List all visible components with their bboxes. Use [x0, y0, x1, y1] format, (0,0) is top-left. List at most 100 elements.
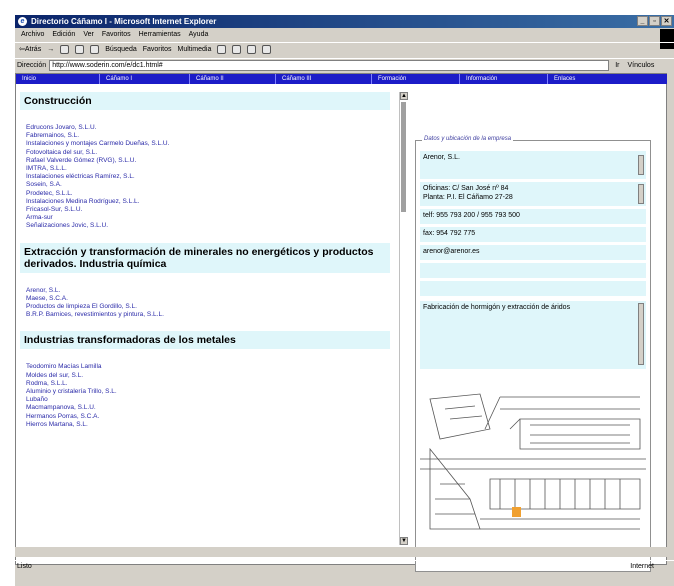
company-link[interactable]: Aluminio y cristalería Trillo, S.L. [26, 388, 390, 396]
stop-icon[interactable] [60, 45, 70, 54]
email-value: arenor@arenor.es [423, 248, 480, 255]
horizontal-scrollbar[interactable] [15, 547, 667, 557]
window-scrollbar[interactable] [667, 73, 674, 565]
window-title: Directorio Cáñamo I - Microsoft Internet… [31, 17, 217, 26]
email-field[interactable]: arenor@arenor.es [420, 245, 646, 260]
company-link[interactable]: Rodma, S.L.L. [26, 380, 390, 388]
company-link[interactable]: Teodomiro Macías Lamilla [26, 363, 390, 371]
company-link[interactable]: Arenor, S.L. [26, 287, 390, 295]
site-navigation: Inicio Cáñamo I Cáñamo II Cáñamo III For… [16, 74, 668, 84]
address-label: Dirección [17, 61, 47, 69]
nav-informacion[interactable]: Información [460, 74, 548, 84]
nav-canamo-2[interactable]: Cáñamo II [190, 74, 276, 84]
edit-icon[interactable] [262, 45, 272, 54]
go-button[interactable]: Ir [615, 59, 619, 73]
company-link[interactable]: Arma-sur [26, 214, 390, 222]
company-link[interactable]: Hermanos Porras, S.C.A. [26, 413, 390, 421]
company-link[interactable]: Edrucons Jovaro, S.L.U. [26, 124, 390, 132]
location-map[interactable] [420, 389, 646, 539]
search-button[interactable]: Búsqueda [105, 43, 137, 57]
favorites-button[interactable]: Favoritos [143, 43, 172, 57]
company-link[interactable]: Rafael Valverde Gómez (RVG), S.L.U. [26, 157, 390, 165]
mail-icon[interactable] [232, 45, 242, 54]
company-link[interactable]: Productos de limpieza El Gordillo, S.L. [26, 303, 390, 311]
maximize-icon[interactable]: ▫ [649, 16, 660, 26]
company-link[interactable]: Macmampanova, S.L.U. [26, 404, 390, 412]
scroll-up-icon[interactable]: ▲ [400, 92, 408, 100]
phone-field[interactable]: telf: 955 793 200 / 955 793 500 [420, 209, 646, 224]
directory-scrollbar[interactable]: ▲ ▼ [399, 92, 408, 545]
menu-edicion[interactable]: Edición [52, 29, 75, 41]
section-title: Industrias transformadoras de los metale… [20, 331, 390, 350]
company-list: Edrucons Jovaro, S.L.U. Fabremainos, S.L… [20, 124, 390, 231]
fax-field[interactable]: fax: 954 792 775 [420, 227, 646, 242]
nav-formacion[interactable]: Formación [372, 74, 460, 84]
address-line-2: Planta: P.I. El Cáñamo 27-28 [423, 194, 513, 201]
company-link[interactable]: Prodetec, S.L.L. [26, 190, 390, 198]
company-list: Teodomiro Macías Lamilla Moldes del sur,… [20, 363, 390, 429]
browser-window: e Directorio Cáñamo I - Microsoft Intern… [14, 14, 674, 586]
phone-value: telf: 955 793 200 / 955 793 500 [423, 212, 520, 219]
nav-canamo-3[interactable]: Cáñamo III [276, 74, 372, 84]
back-button[interactable]: ⇦Atrás [19, 43, 41, 57]
fax-value: fax: 954 792 775 [423, 230, 476, 237]
company-link[interactable]: Fotovoltaica del sur, S.L. [26, 149, 390, 157]
multimedia-button[interactable]: Multimedia [178, 43, 212, 57]
nav-enlaces[interactable]: Enlaces [548, 74, 668, 84]
print-icon[interactable] [247, 45, 257, 54]
address-bar: Dirección http://www.soderin.com/e/dc1.h… [15, 58, 674, 72]
close-icon[interactable]: ✕ [661, 16, 672, 26]
company-link[interactable]: Moldes del sur, S.L. [26, 372, 390, 380]
section-title: Extracción y transformación de minerales… [20, 242, 390, 273]
scroll-thumb[interactable] [401, 102, 406, 212]
title-bar: e Directorio Cáñamo I - Microsoft Intern… [15, 15, 674, 28]
links-label[interactable]: Vínculos [627, 59, 654, 73]
status-bar: Listo Internet [15, 560, 674, 572]
company-link[interactable]: Instalaciones eléctricas Ramírez, S.L. [26, 173, 390, 181]
refresh-icon[interactable] [75, 45, 85, 54]
status-text: Listo [17, 563, 32, 570]
history-icon[interactable] [217, 45, 227, 54]
menu-herramientas[interactable]: Herramientas [139, 29, 181, 41]
field-scrollbar[interactable] [638, 303, 644, 365]
forward-button[interactable]: → [47, 43, 54, 57]
company-link[interactable]: Instalaciones Medina Rodríguez, S.L.L. [26, 198, 390, 206]
nav-canamo-1[interactable]: Cáñamo I [100, 74, 190, 84]
minimize-icon[interactable]: _ [637, 16, 648, 26]
location-marker [512, 507, 521, 517]
activity-field[interactable]: Fabricación de hormigón y extracción de … [420, 301, 646, 369]
company-link[interactable]: Maese, S.C.A. [26, 295, 390, 303]
company-link[interactable]: IMTRA, S.L.L. [26, 165, 390, 173]
company-details-panel: Datos y ubicación de la empresa Arenor, … [415, 136, 651, 572]
menu-favoritos[interactable]: Favoritos [102, 29, 131, 41]
company-link[interactable]: Lubaño [26, 396, 390, 404]
extra-field[interactable] [420, 281, 646, 296]
nav-inicio[interactable]: Inicio [16, 74, 100, 84]
company-link[interactable]: Fricasol-Sur, S.L.U. [26, 206, 390, 214]
company-link[interactable]: B.R.P. Barnices, revestimientos y pintur… [26, 311, 390, 319]
field-scrollbar[interactable] [638, 155, 644, 175]
page-viewport: Inicio Cáñamo I Cáñamo II Cáñamo III For… [15, 73, 668, 572]
field-scrollbar[interactable] [638, 184, 644, 204]
scroll-down-icon[interactable]: ▼ [400, 537, 408, 545]
company-list: Arenor, S.L. Maese, S.C.A. Productos de … [20, 287, 390, 320]
ie-logo-icon: e [18, 17, 27, 26]
home-icon[interactable] [90, 45, 100, 54]
security-zone: Internet [630, 563, 654, 570]
web-field[interactable] [420, 263, 646, 278]
company-link[interactable]: Señalizaciones Jovic, S.L.U. [26, 222, 390, 230]
company-link[interactable]: Fabremainos, S.L. [26, 132, 390, 140]
menu-ayuda[interactable]: Ayuda [189, 29, 209, 41]
company-link[interactable]: Instalaciones y montajes Carmelo Dueñas,… [26, 140, 390, 148]
company-directory: Construcción Edrucons Jovaro, S.L.U. Fab… [20, 92, 390, 582]
address-input[interactable]: http://www.soderin.com/e/dc1.html# [49, 60, 610, 71]
company-link[interactable]: Hierros Martana, S.L. [26, 421, 390, 429]
menu-ver[interactable]: Ver [83, 29, 94, 41]
menu-archivo[interactable]: Archivo [21, 29, 44, 41]
company-name-field[interactable]: Arenor, S.L. [420, 151, 646, 179]
address-line-1: Oficinas: C/ San José nº 84 [423, 185, 509, 192]
address-field[interactable]: Oficinas: C/ San José nº 84 Planta: P.I.… [420, 182, 646, 206]
toolbar: ⇦Atrás → Búsqueda Favoritos Multimedia [15, 42, 674, 56]
company-link[interactable]: Sosein, S.A. [26, 181, 390, 189]
company-name-value: Arenor, S.L. [423, 154, 460, 161]
